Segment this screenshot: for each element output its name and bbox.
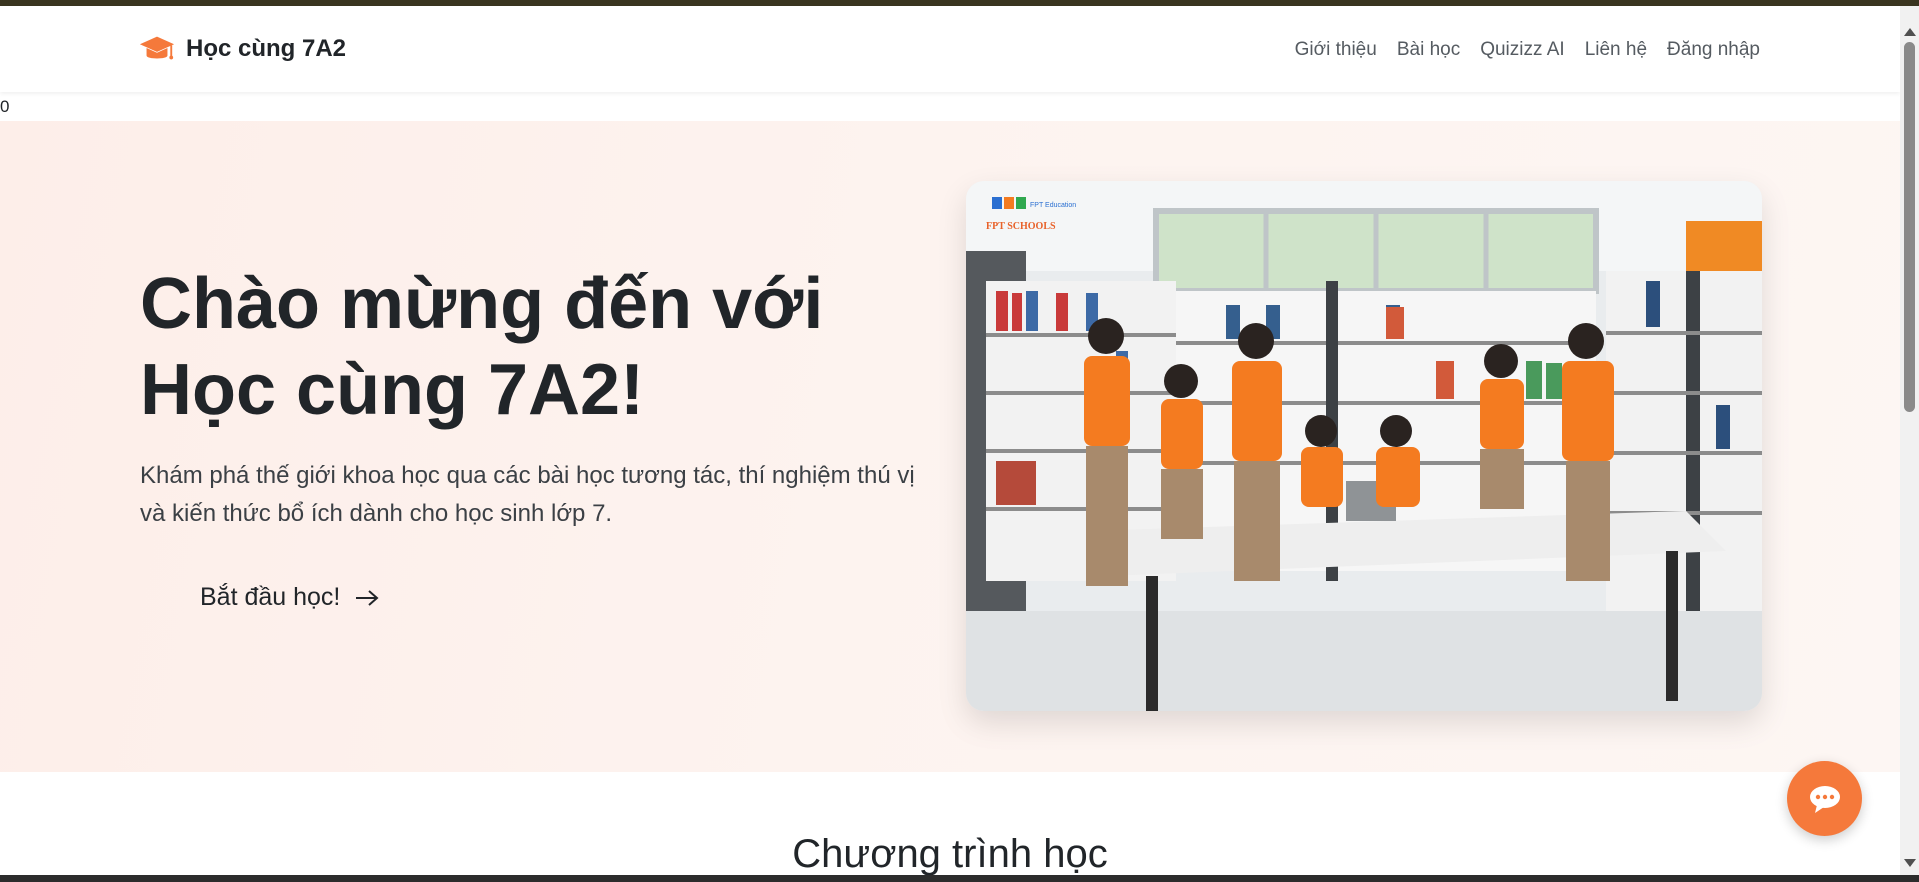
nav-link-bai-hoc[interactable]: Bài học [1397, 39, 1460, 61]
brand-logo[interactable]: Học cùng 7A2 [138, 32, 346, 66]
nav-link-gioi-thieu[interactable]: Giới thiệu [1295, 39, 1377, 61]
section-title: Chương trình học [792, 832, 1108, 876]
chat-bubble-icon [1809, 785, 1840, 813]
nav-link-lien-he[interactable]: Liên hệ [1585, 39, 1647, 61]
brand-name: Học cùng 7A2 [186, 35, 347, 62]
navbar: Học cùng 7A2 Giới thiệu Bài học Quizizz … [0, 6, 1900, 92]
start-learning-label: Bắt đầu học! [200, 583, 341, 611]
hero-section: Chào mừng đến với Học cùng 7A2! Khám phá… [0, 121, 1900, 772]
hero-image: FPT Education FPT SCHOOLS [966, 181, 1762, 711]
svg-text:FPT Education: FPT Education [1030, 202, 1076, 209]
browser-bottom-bar [0, 875, 1919, 882]
chat-button[interactable] [1787, 761, 1862, 836]
arrow-right-icon [356, 589, 379, 606]
stray-text: 0 [0, 97, 10, 116]
hero-title: Chào mừng đến với Học cùng 7A2! [140, 261, 920, 433]
start-learning-button[interactable]: Bắt đầu học! [200, 583, 380, 612]
scroll-up-arrow-icon[interactable] [1904, 28, 1916, 36]
nav-links: Giới thiệu Bài học Quizizz AI Liên hệ Đă… [1295, 39, 1760, 61]
svg-text:FPT SCHOOLS: FPT SCHOOLS [986, 221, 1056, 232]
hero-title-line1: Chào mừng đến với [140, 264, 824, 344]
hero-title-line2: Học cùng 7A2! [140, 350, 645, 430]
nav-link-quizizz-ai[interactable]: Quizizz AI [1480, 39, 1564, 61]
scroll-thumb[interactable] [1904, 42, 1915, 412]
scroll-down-arrow-icon[interactable] [1904, 859, 1916, 867]
graduation-cap-icon [139, 36, 175, 60]
library-students-photo: FPT Education FPT SCHOOLS [966, 181, 1762, 711]
page-scrollbar[interactable] [1900, 6, 1919, 875]
nav-link-dang-nhap[interactable]: Đăng nhập [1667, 39, 1760, 61]
hero-subtitle: Khám phá thế giới khoa học qua các bài h… [140, 462, 915, 527]
